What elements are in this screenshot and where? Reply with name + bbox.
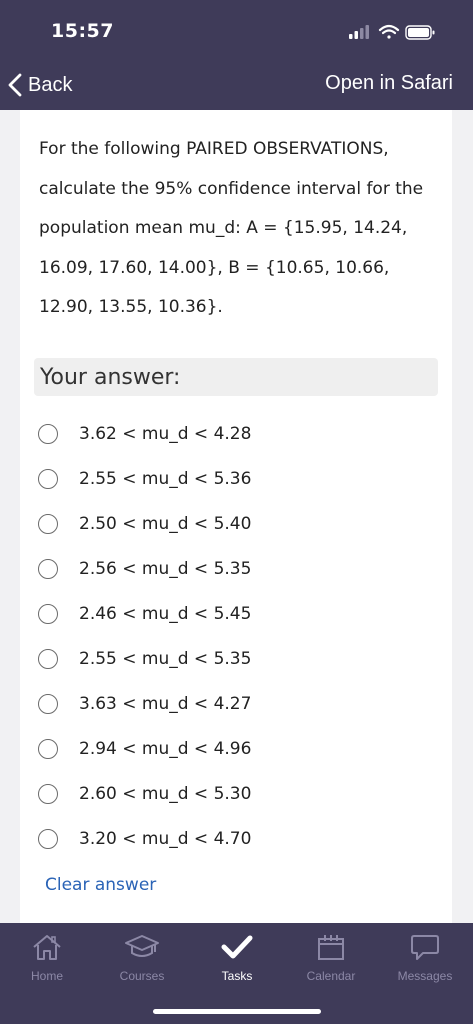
signal-icon <box>349 25 369 39</box>
answer-option[interactable]: 2.60 < mu_d < 5.30 <box>38 779 418 809</box>
radio-button[interactable] <box>38 514 58 534</box>
option-label: 2.46 < mu_d < 5.45 <box>79 604 252 624</box>
radio-button[interactable] <box>38 559 58 579</box>
tab-label: Tasks <box>221 969 253 983</box>
option-label: 3.20 < mu_d < 4.70 <box>79 829 252 849</box>
home-icon <box>33 935 61 960</box>
answer-option[interactable]: 2.56 < mu_d < 5.35 <box>38 554 418 584</box>
radio-button[interactable] <box>38 469 58 489</box>
content-area: For the following PAIRED OBSERVATIONS, c… <box>0 110 473 923</box>
answer-header: Your answer: <box>34 358 438 396</box>
answer-option[interactable]: 3.63 < mu_d < 4.27 <box>38 689 418 719</box>
back-button[interactable]: Back <box>8 68 72 102</box>
answer-option[interactable]: 3.20 < mu_d < 4.70 <box>38 824 418 854</box>
tab-tasks[interactable]: Tasks <box>192 931 282 987</box>
status-icons <box>349 24 435 40</box>
answer-option[interactable]: 2.46 < mu_d < 5.45 <box>38 599 418 629</box>
tab-courses[interactable]: Courses <box>97 931 187 987</box>
answer-option[interactable]: 2.55 < mu_d < 5.35 <box>38 644 418 674</box>
option-label: 2.94 < mu_d < 4.96 <box>79 739 252 759</box>
answer-option[interactable]: 3.62 < mu_d < 4.28 <box>38 419 418 449</box>
answer-option[interactable]: 2.50 < mu_d < 5.40 <box>38 509 418 539</box>
radio-button[interactable] <box>38 424 58 444</box>
status-time: 15:57 <box>51 20 114 42</box>
tab-label: Courses <box>119 969 165 983</box>
option-label: 3.63 < mu_d < 4.27 <box>79 694 252 714</box>
tab-label: Messages <box>397 969 453 983</box>
tab-messages[interactable]: Messages <box>380 931 470 987</box>
option-label: 3.62 < mu_d < 4.28 <box>79 424 252 444</box>
option-label: 2.50 < mu_d < 5.40 <box>79 514 252 534</box>
option-label: 2.55 < mu_d < 5.35 <box>79 649 252 669</box>
radio-button[interactable] <box>38 694 58 714</box>
answer-option[interactable]: 2.55 < mu_d < 5.36 <box>38 464 418 494</box>
back-label: Back <box>28 73 73 96</box>
battery-icon <box>405 25 435 40</box>
option-label: 2.55 < mu_d < 5.36 <box>79 469 252 489</box>
radio-button[interactable] <box>38 829 58 849</box>
open-in-safari-button[interactable]: Open in Safari <box>325 72 453 95</box>
radio-button[interactable] <box>38 604 58 624</box>
calendar-icon <box>318 935 344 960</box>
chevron-left-icon <box>8 73 22 97</box>
status-bar: 15:57 <box>0 0 473 60</box>
radio-button[interactable] <box>38 784 58 804</box>
option-label: 2.56 < mu_d < 5.35 <box>79 559 252 579</box>
radio-button[interactable] <box>38 649 58 669</box>
message-bubble-icon <box>411 935 439 960</box>
nav-bar: Back Open in Safari <box>0 60 473 110</box>
tab-home[interactable]: Home <box>2 931 92 987</box>
checkmark-icon <box>221 935 253 959</box>
question-text: For the following PAIRED OBSERVATIONS, c… <box>39 139 424 317</box>
tab-label: Calendar <box>306 969 356 983</box>
answer-header-label: Your answer: <box>40 364 181 390</box>
option-label: 2.60 < mu_d < 5.30 <box>79 784 252 804</box>
tab-calendar[interactable]: Calendar <box>286 931 376 987</box>
answer-option[interactable]: 2.94 < mu_d < 4.96 <box>38 734 418 764</box>
clear-answer-link[interactable]: Clear answer <box>45 875 156 895</box>
tab-label: Home <box>30 969 63 983</box>
question-card: For the following PAIRED OBSERVATIONS, c… <box>20 110 452 923</box>
graduation-cap-icon <box>125 935 159 957</box>
wifi-icon <box>378 24 400 39</box>
radio-button[interactable] <box>38 739 58 759</box>
home-indicator <box>153 1009 321 1014</box>
